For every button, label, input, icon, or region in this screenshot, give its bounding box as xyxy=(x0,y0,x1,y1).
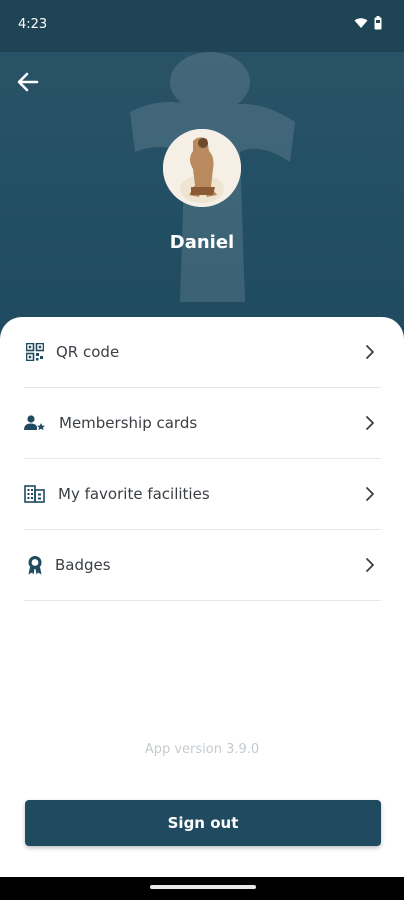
menu-item-membership-cards[interactable]: Membership cards xyxy=(24,388,381,459)
status-time: 4:23 xyxy=(18,17,48,32)
menu-item-badges[interactable]: Badges xyxy=(24,530,381,601)
menu-item-label: Membership cards xyxy=(59,414,198,432)
chevron-right-icon xyxy=(366,487,374,501)
status-bar: 4:23 xyxy=(0,0,404,52)
back-button[interactable] xyxy=(14,68,42,96)
arrow-left-icon xyxy=(17,72,39,92)
menu-item-label: Badges xyxy=(55,556,111,574)
home-indicator[interactable] xyxy=(150,885,256,889)
status-icons xyxy=(354,16,382,30)
menu-item-label: QR code xyxy=(56,343,120,361)
chevron-right-icon xyxy=(366,345,374,359)
menu-item-favorite-facilities[interactable]: My favorite facilities xyxy=(24,459,381,530)
badge-icon xyxy=(24,554,46,576)
qr-code-icon xyxy=(24,341,46,363)
system-navigation-bar xyxy=(0,877,404,900)
profile-header: Daniel xyxy=(0,52,404,342)
building-icon xyxy=(24,483,46,505)
menu-sheet: QR code Membership cards My favorite fac… xyxy=(0,317,404,877)
wifi-icon xyxy=(354,18,368,28)
chevron-right-icon xyxy=(366,558,374,572)
chevron-right-icon xyxy=(366,416,374,430)
sign-out-button[interactable]: Sign out xyxy=(25,800,381,846)
user-name: Daniel xyxy=(169,232,235,253)
member-star-icon xyxy=(24,412,46,434)
menu-list: QR code Membership cards My favorite fac… xyxy=(24,317,381,601)
menu-item-qr-code[interactable]: QR code xyxy=(24,317,381,388)
avatar[interactable] xyxy=(163,129,241,207)
menu-item-label: My favorite facilities xyxy=(58,485,210,503)
app-version: App version 3.9.0 xyxy=(144,742,260,757)
avatar-photo xyxy=(163,129,241,207)
battery-icon xyxy=(374,16,382,30)
